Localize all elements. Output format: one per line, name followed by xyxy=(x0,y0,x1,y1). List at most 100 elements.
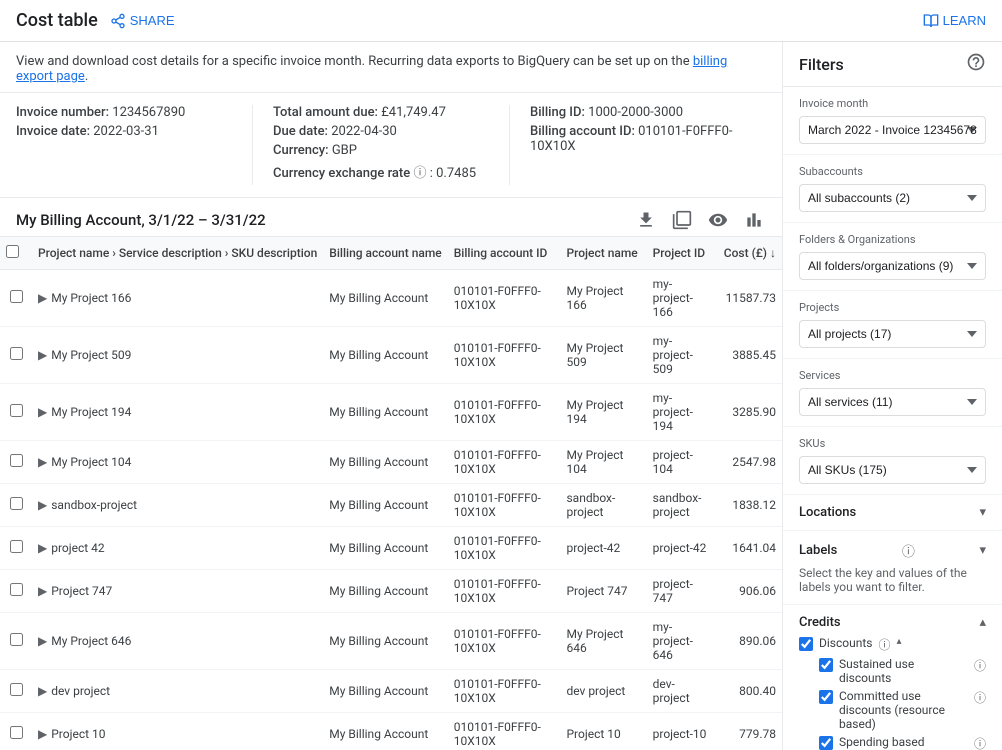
row-checkbox[interactable] xyxy=(10,290,23,303)
row-billing-account: My Billing Account xyxy=(323,270,447,327)
sustained-checkbox[interactable] xyxy=(819,658,833,672)
row-billing-account: My Billing Account xyxy=(323,441,447,484)
row-checkbox-cell xyxy=(0,670,32,713)
credit-subs: Sustained use discounts ⓘ Committed use … xyxy=(819,657,986,750)
committed-help-icon[interactable]: ⓘ xyxy=(974,689,986,706)
row-checkbox-cell xyxy=(0,270,32,327)
row-billing-id: 010101-F0FFF0-10X10X xyxy=(448,484,561,527)
labels-title: Labels xyxy=(799,543,837,558)
committed-checkbox[interactable] xyxy=(819,690,833,704)
invoice-month-select[interactable]: March 2022 - Invoice 1234567890 xyxy=(799,116,986,144)
folders-select[interactable]: All folders/organizations (9) xyxy=(799,252,986,280)
credits-header[interactable]: Credits xyxy=(799,615,986,630)
visibility-icon[interactable] xyxy=(706,208,730,232)
row-billing-account: My Billing Account xyxy=(323,613,447,670)
collapse-sidebar-icon[interactable] xyxy=(966,52,986,76)
row-checkbox-cell xyxy=(0,713,32,750)
spending-help-icon[interactable]: ⓘ xyxy=(974,735,986,750)
row-checkbox-cell xyxy=(0,441,32,484)
discounts-help-icon[interactable]: ⓘ xyxy=(878,636,890,653)
row-project-id: project-747 xyxy=(647,570,718,613)
content-area: View and download cost details for a spe… xyxy=(0,42,782,750)
labels-section: Labels ⓘ Select the key and values of th… xyxy=(783,531,1002,605)
subaccounts-select[interactable]: All subaccounts (2) xyxy=(799,184,986,212)
invoice-number-row: Invoice number: 1234567890 xyxy=(16,105,252,120)
row-project-name: ▶My Project 509 xyxy=(32,327,323,384)
row-billing-account: My Billing Account xyxy=(323,670,447,713)
projects-select[interactable]: All projects (17) xyxy=(799,320,986,348)
discounts-item: Discounts ⓘ xyxy=(799,636,986,653)
row-project-id: my-project-646 xyxy=(647,613,718,670)
row-checkbox-cell xyxy=(0,527,32,570)
labels-header[interactable]: Labels ⓘ xyxy=(799,541,986,560)
learn-button[interactable]: LEARN xyxy=(923,13,986,29)
share-icon xyxy=(110,13,126,29)
sustained-help-icon[interactable]: ⓘ xyxy=(974,657,986,674)
labels-help-icon[interactable]: ⓘ xyxy=(902,541,915,560)
row-billing-account: My Billing Account xyxy=(323,384,447,441)
chart-icon[interactable] xyxy=(742,208,766,232)
row-checkbox[interactable] xyxy=(10,497,23,510)
row-project-id: dev-project xyxy=(647,670,718,713)
row-project-id: project-42 xyxy=(647,527,718,570)
row-checkbox[interactable] xyxy=(10,683,23,696)
expand-icon[interactable]: ▶ xyxy=(38,348,47,362)
invoice-info: Invoice number: 1234567890 Invoice date:… xyxy=(0,93,782,198)
sustained-item: Sustained use discounts ⓘ xyxy=(819,657,986,685)
row-project: My Project 509 xyxy=(560,327,646,384)
locations-section: Locations xyxy=(783,495,1002,531)
row-checkbox[interactable] xyxy=(10,347,23,360)
col-cost[interactable]: Cost (£) ↓ xyxy=(718,237,782,270)
row-project: My Project 646 xyxy=(560,613,646,670)
row-project-name: ▶Project 747 xyxy=(32,570,323,613)
services-select[interactable]: All services (11) xyxy=(799,388,986,416)
expand-icon[interactable]: ▶ xyxy=(38,405,47,419)
expand-icon[interactable]: ▶ xyxy=(38,684,47,698)
table-actions xyxy=(634,208,766,232)
row-billing-id: 010101-F0FFF0-10X10X xyxy=(448,384,561,441)
credits-title: Credits xyxy=(799,615,841,630)
select-all-checkbox[interactable] xyxy=(6,245,19,258)
exchange-help-icon[interactable]: ⓘ xyxy=(413,166,426,181)
table-title: My Billing Account, 3/1/22 – 3/31/22 xyxy=(16,211,266,229)
spending-checkbox[interactable] xyxy=(819,736,833,750)
header-checkbox-cell xyxy=(0,237,32,270)
expand-icon[interactable]: ▶ xyxy=(38,584,47,598)
share-button[interactable]: SHARE xyxy=(110,13,175,29)
expand-icon[interactable]: ▶ xyxy=(38,634,47,648)
row-checkbox-cell xyxy=(0,613,32,670)
row-checkbox-cell xyxy=(0,384,32,441)
row-checkbox[interactable] xyxy=(10,540,23,553)
col-project-name: Project name › Service description › SKU… xyxy=(32,237,323,270)
table-row: ▶My Project 646 My Billing Account 01010… xyxy=(0,613,782,670)
labels-chevron-icon xyxy=(979,543,986,558)
header-left: Cost table SHARE xyxy=(16,10,175,31)
row-billing-id: 010101-F0FFF0-10X10X xyxy=(448,670,561,713)
row-billing-account: My Billing Account xyxy=(323,713,447,750)
download-icon[interactable] xyxy=(634,208,658,232)
discounts-checkbox[interactable] xyxy=(799,637,813,651)
expand-icon[interactable]: ▶ xyxy=(38,541,47,555)
table-row: ▶Project 10 My Billing Account 010101-F0… xyxy=(0,713,782,750)
table-row: ▶My Project 194 My Billing Account 01010… xyxy=(0,384,782,441)
row-checkbox[interactable] xyxy=(10,404,23,417)
expand-icon[interactable]: ▶ xyxy=(38,727,47,741)
columns-icon[interactable] xyxy=(670,208,694,232)
row-project: sandbox-project xyxy=(560,484,646,527)
col-billing-id: Billing account ID xyxy=(448,237,561,270)
expand-icon[interactable]: ▶ xyxy=(38,498,47,512)
subaccounts-label: Subaccounts xyxy=(799,165,986,178)
row-billing-id: 010101-F0FFF0-10X10X xyxy=(448,270,561,327)
skus-select[interactable]: All SKUs (175) xyxy=(799,456,986,484)
locations-header[interactable]: Locations xyxy=(799,505,986,520)
row-billing-account: My Billing Account xyxy=(323,484,447,527)
row-checkbox[interactable] xyxy=(10,454,23,467)
locations-title: Locations xyxy=(799,505,856,520)
row-project: dev project xyxy=(560,670,646,713)
row-checkbox[interactable] xyxy=(10,633,23,646)
row-checkbox[interactable] xyxy=(10,726,23,739)
row-checkbox[interactable] xyxy=(10,583,23,596)
currency-row: Currency: GBP xyxy=(273,143,509,158)
expand-icon[interactable]: ▶ xyxy=(38,291,47,305)
expand-icon[interactable]: ▶ xyxy=(38,455,47,469)
